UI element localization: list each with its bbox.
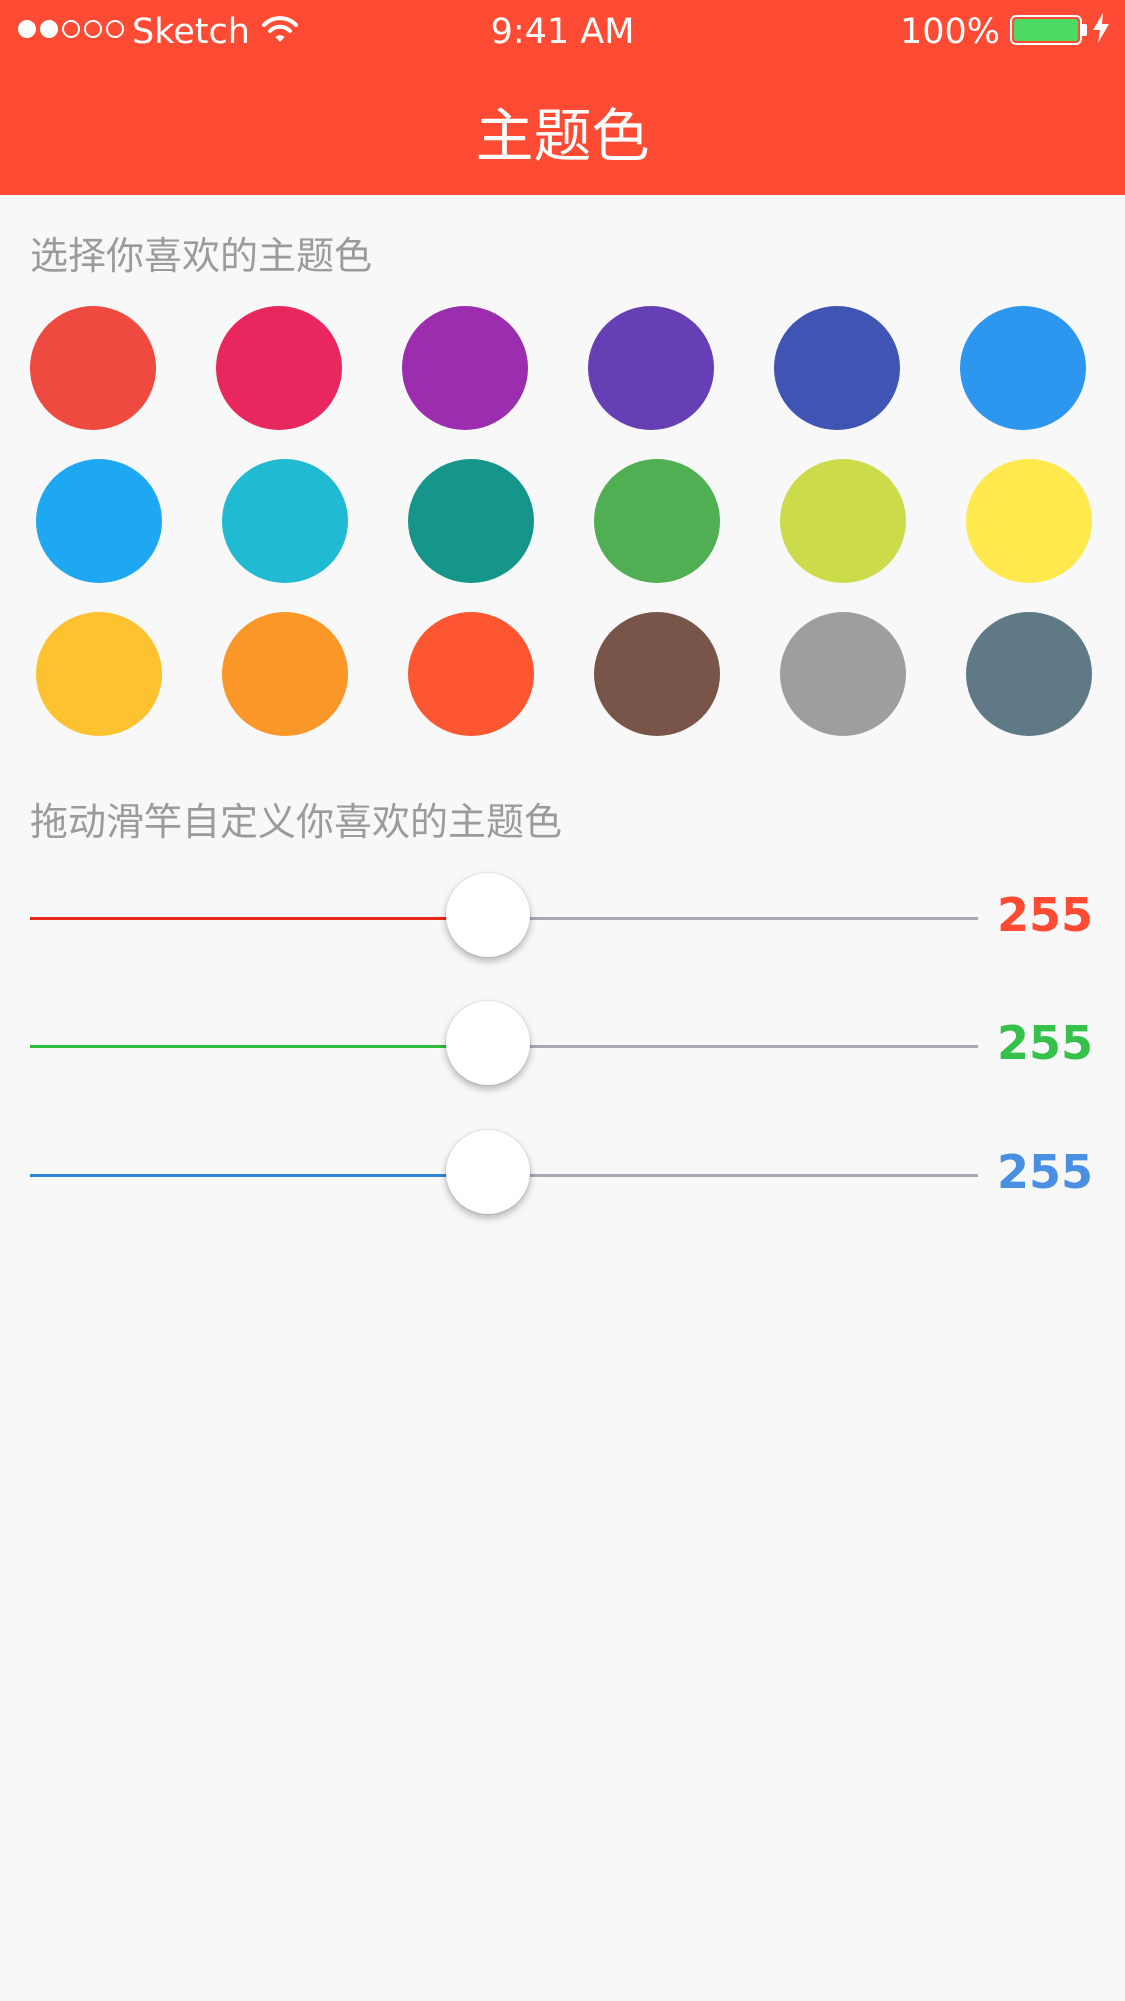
green-slider-thumb[interactable] (446, 1001, 530, 1085)
battery-tip (1082, 24, 1087, 36)
green-value: 255 (996, 1016, 1093, 1070)
battery-icon (1010, 15, 1082, 45)
blue-slider-track (500, 1174, 978, 1177)
header: Sketch 9:41 AM 100% 主题色 (0, 0, 1125, 195)
green-slider-track (500, 1045, 978, 1048)
red-slider-track-filled (30, 917, 460, 920)
color-swatch[interactable] (594, 459, 720, 583)
battery-percentage: 100% (899, 12, 1000, 52)
status-bar: Sketch 9:41 AM 100% (0, 0, 1125, 66)
bolt-icon (1091, 12, 1111, 53)
color-swatch[interactable] (408, 459, 534, 583)
red-slider-track (500, 917, 978, 920)
red-slider-thumb[interactable] (446, 873, 530, 957)
color-swatch[interactable] (780, 459, 906, 583)
color-swatch[interactable] (402, 306, 528, 430)
color-swatch[interactable] (36, 612, 162, 736)
blue-slider-track-filled (30, 1174, 460, 1177)
theme-color-screen: Sketch 9:41 AM 100% 主题色 选择你喜欢的主题色 拖动滑竿自定… (0, 0, 1125, 2001)
color-swatch[interactable] (774, 306, 900, 430)
green-slider[interactable]: 255 (0, 1001, 1125, 1091)
color-swatch[interactable] (30, 306, 156, 430)
green-slider-track-filled (30, 1045, 460, 1048)
color-swatch[interactable] (594, 612, 720, 736)
color-swatch[interactable] (780, 612, 906, 736)
color-swatch[interactable] (36, 459, 162, 583)
color-swatch[interactable] (408, 612, 534, 736)
blue-value: 255 (996, 1145, 1093, 1199)
color-swatch[interactable] (588, 306, 714, 430)
red-value: 255 (996, 888, 1093, 942)
custom-section-label: 拖动滑竿自定义你喜欢的主题色 (30, 800, 563, 844)
blue-slider-thumb[interactable] (446, 1130, 530, 1214)
color-swatch[interactable] (216, 306, 342, 430)
palette-section-label: 选择你喜欢的主题色 (30, 234, 373, 278)
color-swatch[interactable] (960, 306, 1086, 430)
blue-slider[interactable]: 255 (0, 1130, 1125, 1220)
color-swatch[interactable] (222, 612, 348, 736)
color-swatch[interactable] (222, 459, 348, 583)
red-slider[interactable]: 255 (0, 873, 1125, 963)
color-swatch[interactable] (966, 612, 1092, 736)
page-title: 主题色 (475, 102, 650, 170)
color-swatch[interactable] (966, 459, 1092, 583)
